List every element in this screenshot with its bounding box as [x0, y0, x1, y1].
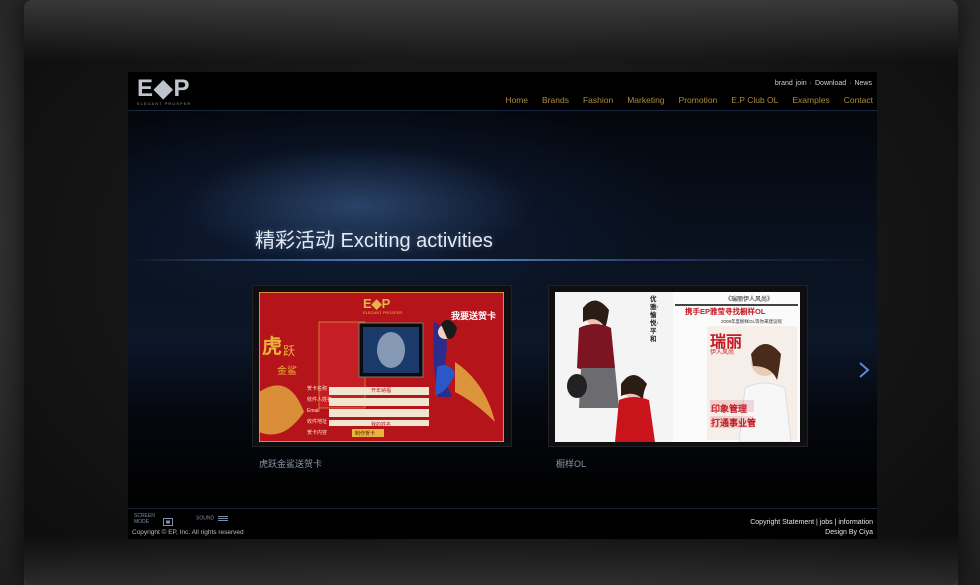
copyright-text: Copyright © EP, Inc. All rights reserved — [132, 529, 244, 536]
footer-link-information[interactable]: information — [838, 519, 873, 526]
mag-heading-2: 打通事业管 — [711, 418, 757, 428]
card-logo-sub: ELEGANT PROSPER — [363, 310, 403, 315]
nav-fashion[interactable]: Fashion — [583, 95, 613, 105]
form-label: 收件地址 — [307, 419, 328, 425]
logo-text: E◆P — [137, 75, 191, 102]
sound-bars-icon — [218, 516, 229, 521]
footer-separator: | — [834, 519, 837, 526]
nav-contact[interactable]: Contact — [844, 95, 873, 105]
sound-label: SOUND — [196, 515, 215, 522]
website: E◆P ELEGANT PROSPER brand join · Download · N… — [128, 72, 877, 539]
main-nav: Home Brands Fashion Marketing Promotion … — [491, 95, 873, 105]
nav-home[interactable]: Home — [505, 95, 528, 105]
form-option[interactable]: 开年纳福 — [371, 387, 391, 394]
mag-headline: 携手EP雅莹寻找橱样OL — [685, 307, 766, 316]
nav-ep-club-ol[interactable]: E.P Club OL — [731, 95, 778, 105]
screen-mode-label: SCREEN MODE — [134, 513, 155, 525]
header: E◆P ELEGANT PROSPER brand join · Download · N… — [128, 72, 877, 111]
util-link-news[interactable]: News — [854, 80, 872, 87]
mag-brand-sub: 伊人风尚 — [710, 350, 735, 356]
form-label: 贺卡内容 — [307, 430, 328, 436]
fullscreen-icon — [163, 517, 174, 526]
footer: SCREEN MODE SOUND Copyright © EP, Inc. A… — [128, 508, 877, 539]
calligraphy-leap: 跃 — [283, 344, 296, 358]
util-link-brand[interactable]: brand — [775, 80, 793, 87]
footer-links: Copyright Statement | jobs | information — [750, 519, 873, 526]
mag-subline: 2009年度橱样OL等你来建议呢 — [721, 319, 783, 324]
submit-greeting-button[interactable]: 制作贺卡 — [355, 430, 375, 437]
ep-logo[interactable]: E◆P ELEGANT PROSPER — [137, 76, 197, 108]
glow-divider — [128, 259, 877, 261]
section-heading: 精彩活动 Exciting activities — [255, 230, 493, 252]
card-thumbnail-greeting[interactable]: E◆P ELEGANT PROSPER 我要送贺卡 虎 跃 金鲨 贺卡名称 收件… — [259, 292, 504, 442]
footer-link-copyright[interactable]: Copyright Statement — [750, 519, 814, 526]
activity-card-model[interactable]: 优雅·愉悦·平和 《瑞丽伊人风尚》 携手EP雅莹寻找橱样OL 2009年度橱样O… — [548, 285, 808, 447]
footer-link-jobs[interactable]: jobs — [820, 519, 833, 526]
frame-bottom-highlight — [24, 535, 958, 585]
footer-separator: | — [816, 519, 818, 526]
nav-examples[interactable]: Examples — [792, 95, 829, 105]
calligraphy-gold: 金鲨 — [277, 366, 297, 377]
card-caption-greeting[interactable]: 虎跃金鲨送贺卡 — [259, 457, 322, 470]
util-link-join[interactable]: join — [796, 80, 807, 87]
mag-heading-1: 印象管理 — [711, 404, 748, 414]
design-credit: Design By Ciya — [825, 529, 873, 536]
vertical-slogan: 优雅·愉悦·平和 — [650, 296, 659, 343]
screen-mode-toggle[interactable]: SCREEN MODE — [134, 513, 174, 526]
card-banner: 我要送贺卡 — [451, 311, 497, 321]
logo-subtitle: ELEGANT PROSPER — [137, 101, 192, 106]
next-arrow-icon[interactable] — [857, 361, 871, 379]
mag-title: 《瑞丽伊人风尚》 — [725, 297, 774, 303]
card-caption-model[interactable]: 橱样OL — [556, 457, 586, 470]
util-separator: · — [809, 80, 812, 87]
card-thumbnail-model[interactable]: 优雅·愉悦·平和 《瑞丽伊人风尚》 携手EP雅莹寻找橱样OL 2009年度橱样O… — [555, 292, 800, 442]
sound-toggle[interactable]: SOUND — [196, 515, 229, 522]
util-separator: · — [849, 80, 852, 87]
nav-promotion[interactable]: Promotion — [679, 95, 718, 105]
frame-highlight — [24, 0, 958, 60]
activity-stage: 精彩活动 Exciting activities E◆P ELEGANT PRO… — [128, 111, 877, 508]
form-right-label: 我的姓名 — [371, 422, 392, 428]
nav-marketing[interactable]: Marketing — [627, 95, 664, 105]
activity-card-greeting[interactable]: E◆P ELEGANT PROSPER 我要送贺卡 虎 跃 金鲨 贺卡名称 收件… — [252, 285, 512, 447]
nav-brands[interactable]: Brands — [542, 95, 569, 105]
form-label: 收件人姓名 — [307, 397, 333, 403]
util-link-download[interactable]: Download — [815, 80, 846, 87]
utility-links: brand join · Download · News — [772, 80, 872, 87]
greeting-form-labels: 贺卡名称 收件人姓名 Email 收件地址 贺卡内容 — [307, 384, 332, 439]
form-label: Email — [307, 408, 320, 414]
calligraphy-tiger: 虎 — [262, 336, 282, 358]
form-label: 贺卡名称 — [307, 386, 328, 392]
